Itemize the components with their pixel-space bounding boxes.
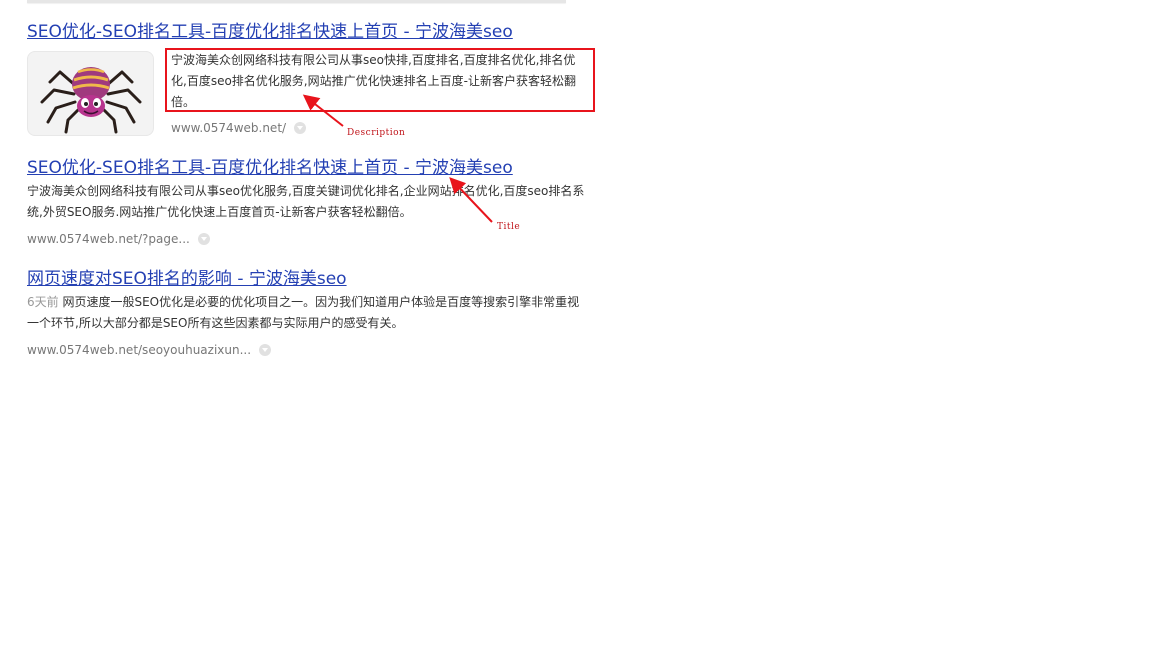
result-3-title[interactable]: 网页速度对SEO排名的影响 - 宁波海美seo [27,268,347,290]
result-2-description: 宁波海美众创网络科技有限公司从事seo优化服务,百度关键词优化排名,企业网站排名… [27,184,585,219]
dropdown-icon[interactable] [197,232,210,245]
result-1-title[interactable]: SEO优化-SEO排名工具-百度优化排名快速上首页 - 宁波海美seo [27,21,513,43]
result-2-title[interactable]: SEO优化-SEO排名工具-百度优化排名快速上首页 - 宁波海美seo [27,157,513,179]
result-3-description: 6天前 网页速度一般SEO优化是必要的优化项目之一。因为我们知道用户体验是百度等… [27,292,591,334]
dropdown-icon[interactable] [259,343,272,356]
description-highlight-box [165,48,595,112]
result-3-date: 6天前 [27,295,59,309]
result-2-url[interactable]: www.0574web.net/?page... [27,232,190,246]
search-results-page: SEO优化-SEO排名工具-百度优化排名快速上首页 - 宁波海美seo 宁波海美… [0,0,1152,648]
result-1-url-line: www.0574web.net/ [171,120,307,136]
result-3-description-text: 网页速度一般SEO优化是必要的优化项目之一。因为我们知道用户体验是百度等搜索引擎… [27,295,580,330]
result-1-url[interactable]: www.0574web.net/ [171,121,286,135]
result-3-url[interactable]: www.0574web.net/seoyouhuazixun... [27,343,251,357]
result-1-thumbnail[interactable] [27,51,154,136]
result-3-url-line: www.0574web.net/seoyouhuazixun... [27,342,272,358]
description-annotation-label: Description [347,128,406,138]
dropdown-icon[interactable] [294,121,307,134]
title-annotation-label: Title [497,222,521,232]
top-divider [27,0,566,3]
result-2-url-line: www.0574web.net/?page... [27,231,210,247]
spider-mascot-icon [40,67,142,134]
